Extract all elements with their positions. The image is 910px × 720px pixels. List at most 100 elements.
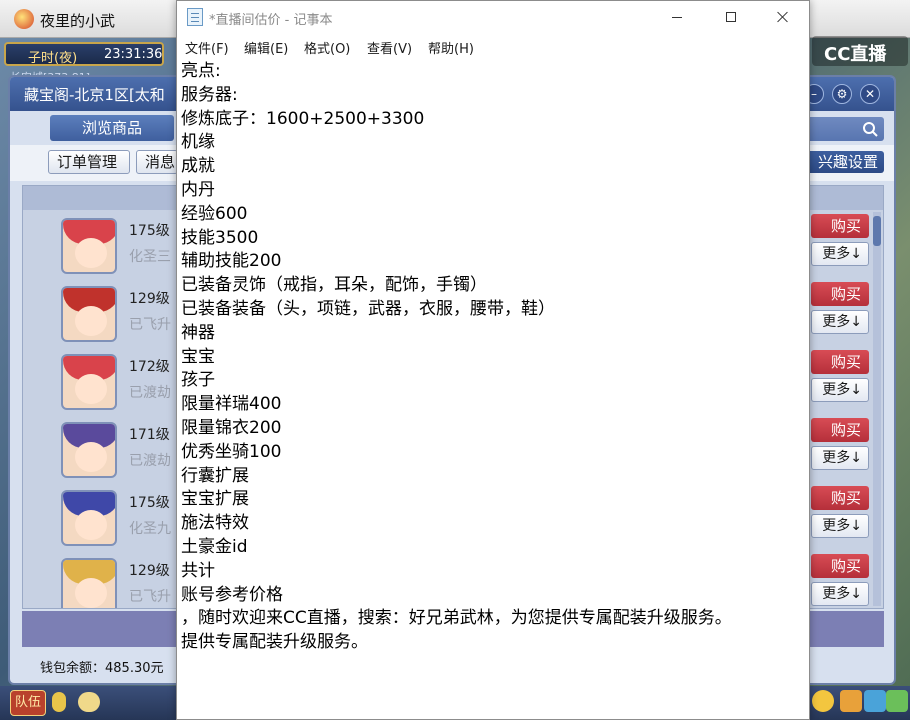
text-line: 行囊扩展 xyxy=(181,465,249,486)
game-clock: 23:31:36 xyxy=(104,47,163,62)
shop-title: 藏宝阁-北京1区[太和 xyxy=(24,86,165,104)
avatar-face xyxy=(75,238,107,268)
buy-button[interactable]: 购买 xyxy=(811,214,869,238)
cc-live-logo: CC直播 xyxy=(812,36,908,66)
emoji-icon[interactable] xyxy=(812,690,834,712)
text-line: 神器 xyxy=(181,322,215,343)
pet-icon[interactable] xyxy=(840,690,862,712)
time-period: 子时(夜) xyxy=(28,51,78,66)
notepad-title: *直播间估价 - 记事本 xyxy=(209,13,333,28)
more-button[interactable]: 更多↓ xyxy=(811,446,869,470)
maximize-icon xyxy=(726,12,736,22)
more-button[interactable]: 更多↓ xyxy=(811,378,869,402)
buy-button[interactable]: 购买 xyxy=(811,554,869,578)
minimize-button[interactable] xyxy=(651,1,703,33)
text-line: 已装备装备（头，项链，武器，衣服，腰带，鞋） xyxy=(181,299,555,319)
avatar xyxy=(61,558,117,608)
maximize-button[interactable] xyxy=(705,1,757,33)
text-line: 内丹 xyxy=(181,180,215,200)
menu-file[interactable]: 文件(F) xyxy=(185,38,229,57)
text-line: 服务器: xyxy=(181,84,238,105)
character-level: 175级 xyxy=(129,495,170,511)
avatar-face xyxy=(75,306,107,336)
character-status: 化圣九 xyxy=(129,521,171,537)
tab-browse-products[interactable]: 浏览商品 xyxy=(50,115,174,141)
search-icon[interactable] xyxy=(862,121,878,137)
notepad-icon xyxy=(187,8,203,26)
text-line: 辅助技能200 xyxy=(181,251,282,272)
character-level: 172级 xyxy=(129,359,170,375)
time-panel: 子时(夜) 23:31:36 xyxy=(4,42,164,66)
system-icon[interactable] xyxy=(864,690,886,712)
interest-settings-button[interactable]: 兴趣设置 xyxy=(798,151,884,173)
message-button[interactable]: 消息 xyxy=(136,150,178,174)
gear-icon[interactable]: ⚙ xyxy=(832,84,852,104)
close-icon[interactable]: ✕ xyxy=(860,84,880,104)
buy-button[interactable]: 购买 xyxy=(811,350,869,374)
buy-button[interactable]: 购买 xyxy=(811,486,869,510)
text-line: 机缘 xyxy=(181,132,215,153)
text-line: 亮点: xyxy=(181,61,221,81)
avatar xyxy=(61,286,117,342)
wallet-balance: 钱包余额：485.30元 xyxy=(40,661,164,676)
scrollbar-thumb[interactable] xyxy=(873,216,881,246)
avatar-face xyxy=(75,442,107,472)
text-line: 孩子 xyxy=(181,370,215,391)
avatar xyxy=(61,218,117,274)
settings-tray-icon[interactable] xyxy=(886,690,908,712)
more-button[interactable]: 更多↓ xyxy=(811,310,869,334)
character-level: 171级 xyxy=(129,427,170,443)
menu-edit[interactable]: 编辑(E) xyxy=(244,38,288,57)
chat-bubble-icon[interactable] xyxy=(78,692,100,712)
buy-button[interactable]: 购买 xyxy=(811,282,869,306)
more-button[interactable]: 更多↓ xyxy=(811,514,869,538)
more-button[interactable]: 更多↓ xyxy=(811,242,869,266)
buy-button[interactable]: 购买 xyxy=(811,418,869,442)
avatar xyxy=(61,422,117,478)
text-line: 提供专属配装升级服务。 xyxy=(181,632,368,653)
character-level: 175级 xyxy=(129,223,170,239)
menu-format[interactable]: 格式(O) xyxy=(304,38,350,57)
close-button[interactable] xyxy=(757,1,809,33)
text-line: 限量锦衣200 xyxy=(181,418,282,438)
notepad-menubar: 文件(F) 编辑(E) 格式(O) 查看(V) 帮助(H) xyxy=(177,33,809,57)
cc-logo-text: CC直播 xyxy=(824,44,887,65)
microphone-icon[interactable] xyxy=(52,692,66,712)
menu-help[interactable]: 帮助(H) xyxy=(428,38,474,57)
text-line: 宝宝 xyxy=(181,346,215,367)
character-status: 已飞升 xyxy=(129,317,171,333)
text-line: 账号参考价格 xyxy=(181,584,283,605)
game-app-icon xyxy=(14,9,34,29)
avatar xyxy=(61,490,117,546)
text-line: 土豪金id xyxy=(181,537,248,557)
team-button[interactable]: 队伍 xyxy=(10,690,46,716)
tab-browse-products-label: 浏览商品 xyxy=(81,119,142,137)
text-line: 修炼底子：1600+2500+3300 xyxy=(181,108,425,129)
menu-view[interactable]: 查看(V) xyxy=(367,38,412,57)
game-window-title: 夜里的小武 xyxy=(40,12,116,30)
avatar-face xyxy=(75,510,107,540)
character-status: 已飞升 xyxy=(129,589,171,605)
avatar xyxy=(61,354,117,410)
text-line: 经验600 xyxy=(181,203,248,224)
avatar-face xyxy=(75,374,107,404)
character-status: 已渡劫 xyxy=(129,385,171,401)
order-management-button[interactable]: 订单管理 xyxy=(48,150,130,174)
text-line: ，随时欢迎来CC直播，搜索：好兄弟武林，为您提供专属配装升级服务。 xyxy=(181,608,732,629)
text-line: 宝宝扩展 xyxy=(181,489,249,510)
text-line: 技能3500 xyxy=(181,227,259,248)
text-line: 施法特效 xyxy=(181,513,249,534)
notepad-text-area[interactable]: 亮点: 服务器: 修炼底子：1600+2500+3300 机缘成就内丹经验600 技能3… xyxy=(181,59,805,719)
text-line: 已装备灵饰（戒指，耳朵，配饰，手镯） xyxy=(181,275,487,296)
avatar-face xyxy=(75,578,107,608)
more-button[interactable]: 更多↓ xyxy=(811,582,869,606)
scrollbar-track[interactable] xyxy=(873,212,881,606)
character-level: 129级 xyxy=(129,563,170,579)
text-line: 成就 xyxy=(181,156,215,177)
minimize-icon xyxy=(672,17,682,18)
shop-search-bar[interactable] xyxy=(804,117,884,141)
character-status: 已渡劫 xyxy=(129,453,171,469)
character-status: 化圣三 xyxy=(129,249,171,265)
text-line: 共计 xyxy=(181,560,215,581)
character-level: 129级 xyxy=(129,291,170,307)
